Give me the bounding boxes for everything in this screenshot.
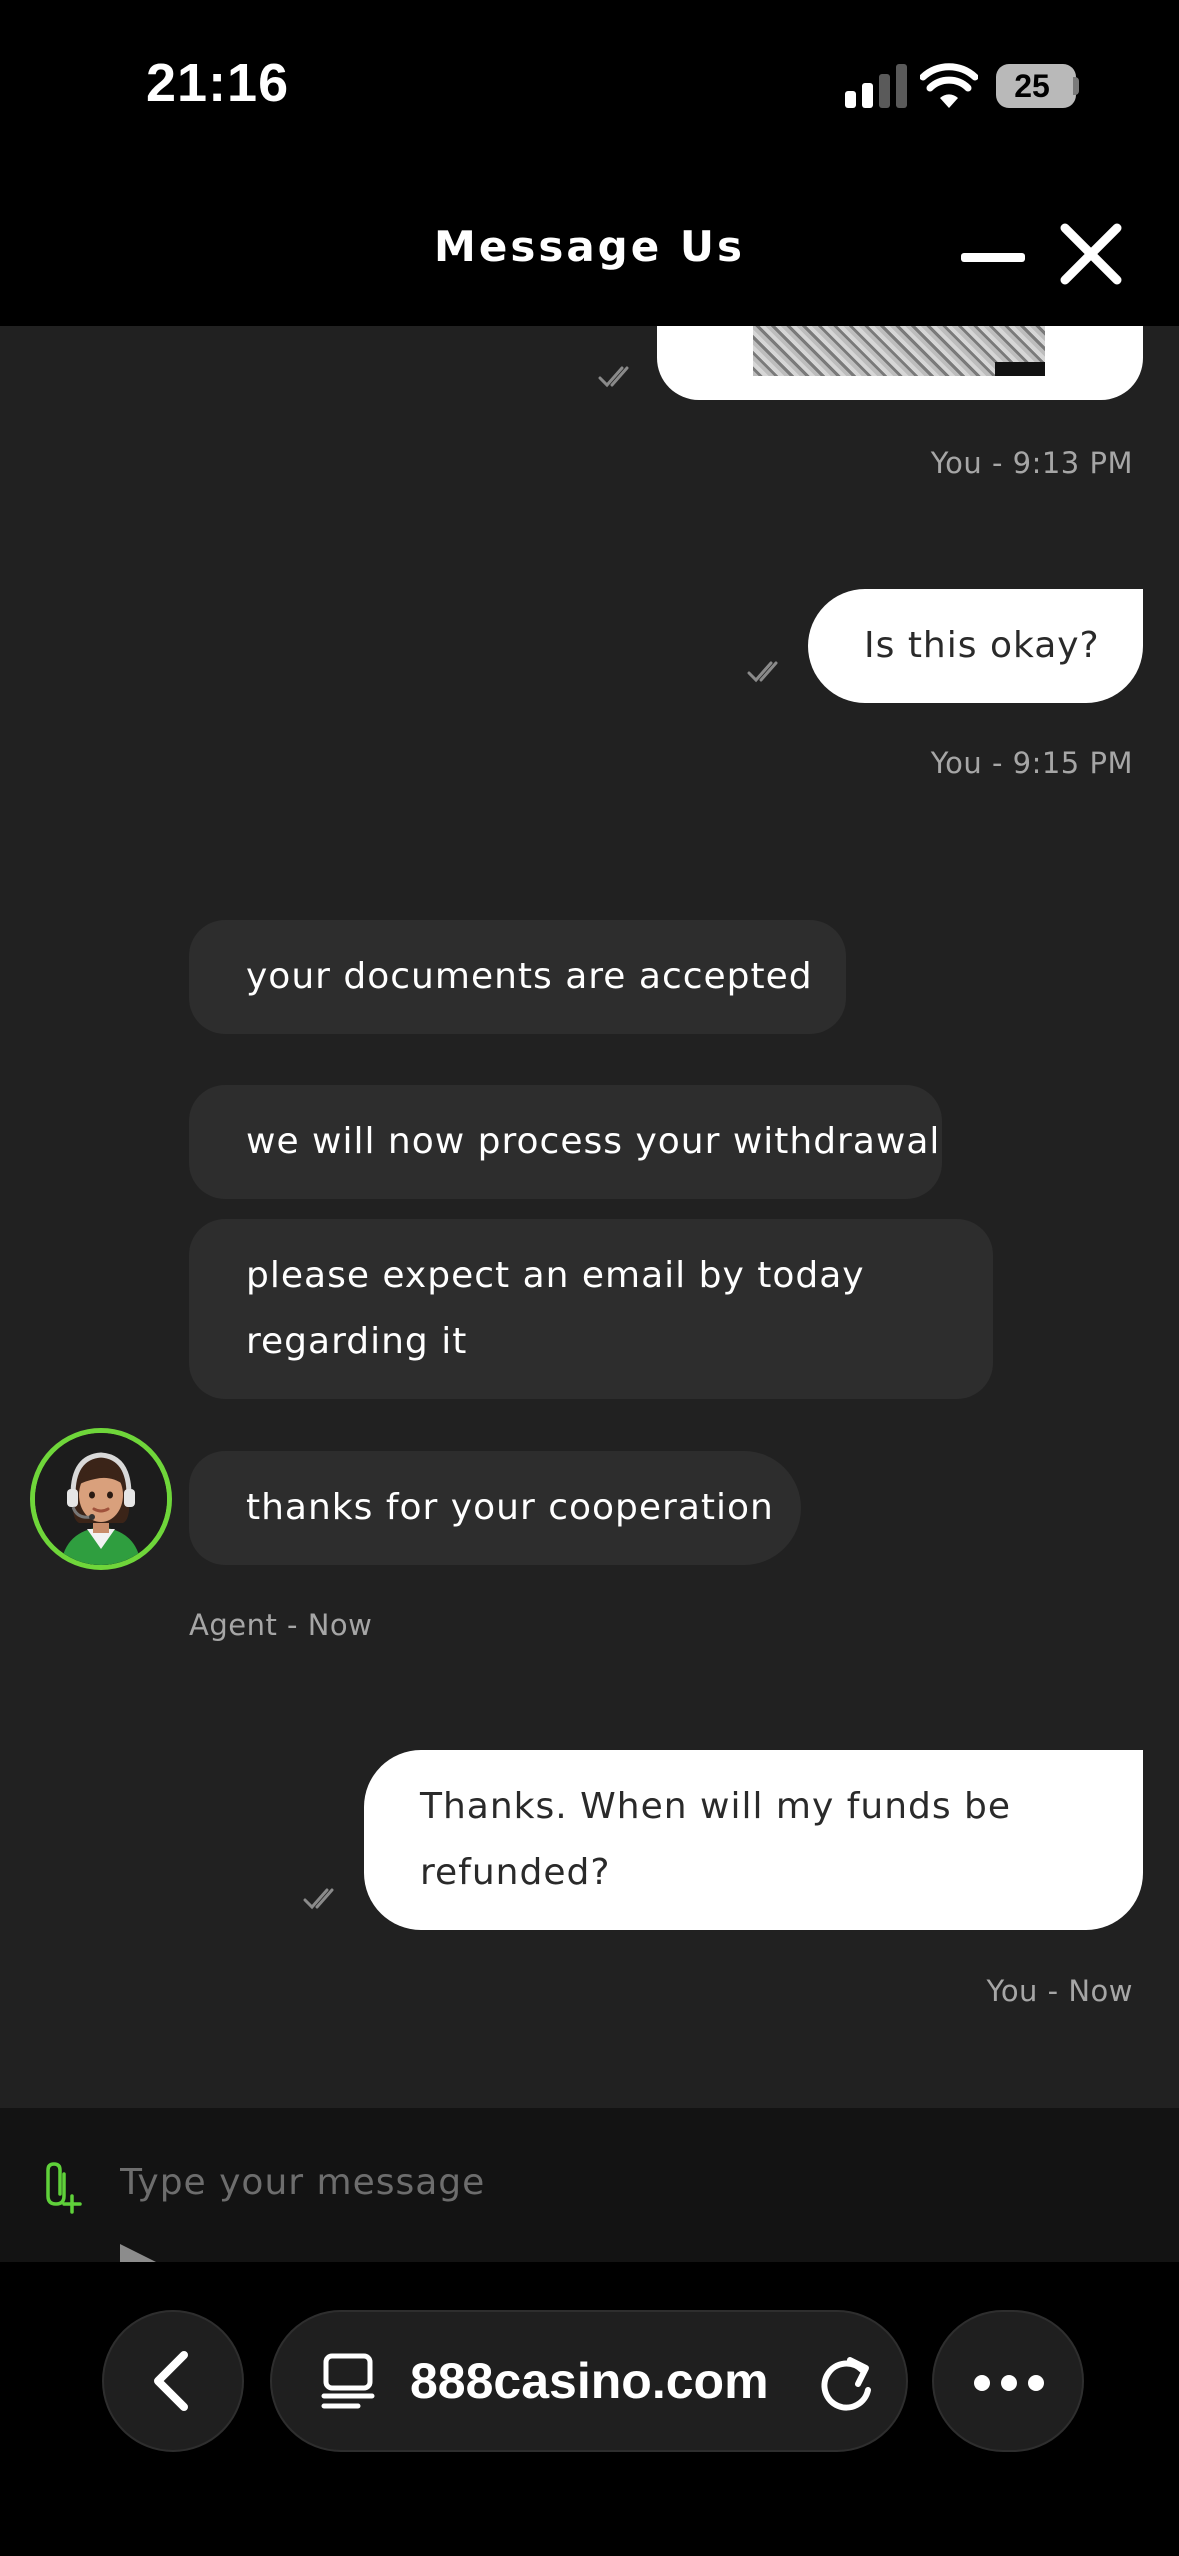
chat-header: Message Us: [0, 180, 1179, 326]
wifi-icon: [920, 63, 978, 108]
message-meta: Agent - Now: [189, 1608, 373, 1642]
more-icon-dot: [1028, 2375, 1044, 2391]
status-bar: 21:16 25: [0, 0, 1179, 180]
read-receipt-icon: [598, 366, 629, 388]
page-icon: [321, 2353, 375, 2409]
message-text: thanks for your cooperation: [246, 1487, 774, 1528]
user-message-bubble[interactable]: Is this okay?: [808, 589, 1143, 703]
more-button[interactable]: [932, 2310, 1084, 2452]
send-icon[interactable]: [118, 2242, 178, 2262]
back-icon: [154, 2351, 188, 2411]
message-text: your documents are accepted: [246, 956, 813, 997]
agent-message-bubble[interactable]: please expect an email by today regardin…: [189, 1219, 993, 1399]
agent-avatar-icon: [35, 1433, 167, 1565]
address-bar[interactable]: 888casino.com: [270, 2310, 908, 2452]
agent-message-bubble[interactable]: your documents are accepted: [189, 920, 846, 1034]
url-text: 888casino.com: [410, 2353, 769, 2409]
user-message-bubble[interactable]: Thanks. When will my funds be refunded?: [364, 1750, 1143, 1930]
battery-level: 25: [1014, 68, 1050, 104]
back-button[interactable]: [102, 2310, 244, 2452]
chat-transcript[interactable]: You - 9:13 PM Is this okay? You - 9:15 P…: [0, 326, 1179, 2108]
message-input[interactable]: [118, 2146, 1132, 2218]
agent-message-bubble[interactable]: thanks for your cooperation: [189, 1451, 801, 1565]
more-icon-dot: [1001, 2375, 1017, 2391]
close-icon[interactable]: [1055, 218, 1127, 290]
message-meta: You - Now: [986, 1974, 1133, 2008]
more-icon: [974, 2375, 990, 2391]
browser-toolbar: 888casino.com: [0, 2262, 1179, 2556]
status-time: 21:16: [146, 53, 290, 113]
message-text-line: regarding it: [246, 1321, 468, 1362]
message-text-line: refunded?: [420, 1852, 611, 1893]
battery-icon: 25: [996, 64, 1076, 108]
signal-icon: [845, 64, 907, 108]
read-receipt-icon: [747, 661, 778, 683]
message-text: we will now process your withdrawal: [246, 1121, 941, 1162]
message-composer: [0, 2108, 1179, 2262]
message-text-line: please expect an email by today: [246, 1255, 865, 1296]
agent-message-bubble[interactable]: we will now process your withdrawal: [189, 1085, 942, 1199]
battery-nub: [1073, 77, 1079, 95]
message-text-line: Thanks. When will my funds be: [420, 1786, 1012, 1827]
minimize-icon: [961, 253, 1025, 262]
message-text: Is this okay?: [864, 625, 1100, 666]
minimize-button[interactable]: [955, 222, 1031, 292]
reload-icon[interactable]: [812, 2346, 882, 2416]
message-meta: You - 9:13 PM: [930, 446, 1133, 480]
read-receipt-icon: [303, 1888, 334, 1910]
uploaded-image-edge: [995, 362, 1045, 376]
attachment-icon[interactable]: [42, 2160, 86, 2216]
agent-avatar: [30, 1428, 172, 1570]
message-meta: You - 9:15 PM: [930, 746, 1133, 780]
